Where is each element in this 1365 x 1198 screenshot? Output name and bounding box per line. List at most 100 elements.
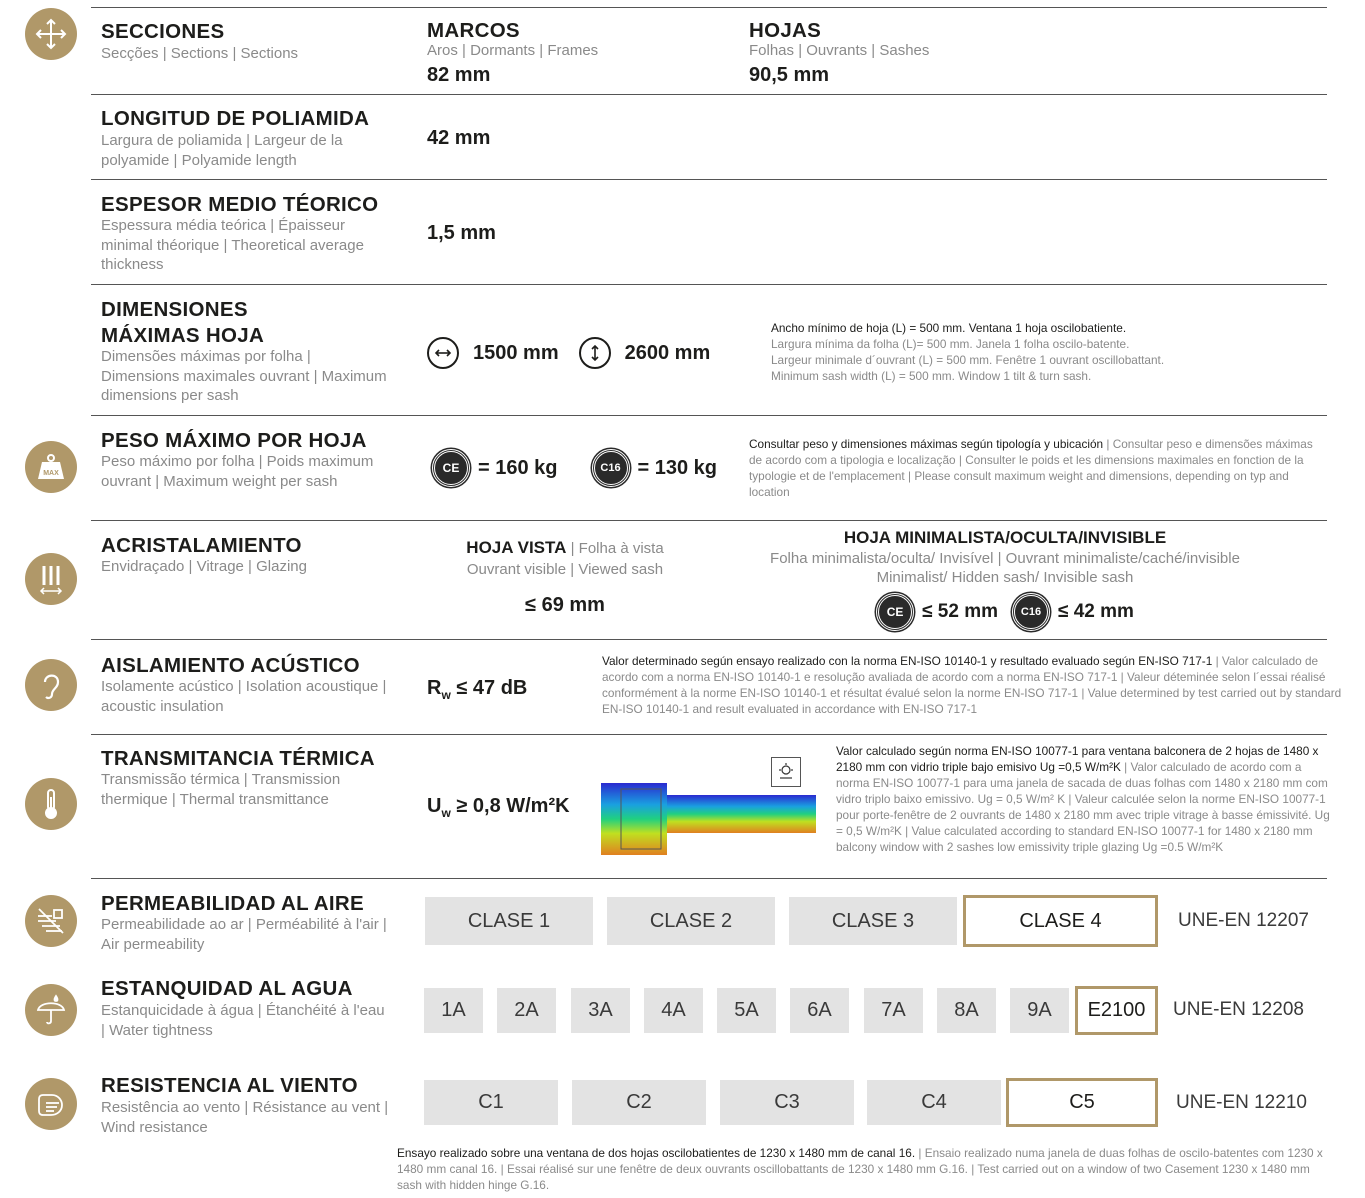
hojas-title: HOJAS xyxy=(749,19,822,42)
row-title-secciones: SECCIONES xyxy=(101,20,225,43)
dimensions-values: 1500 mm 2600 mm xyxy=(427,337,710,369)
note-pt: Largura mínima da folha (L)= 500 mm. Jan… xyxy=(771,337,1130,351)
c16-badge-icon: C16 xyxy=(591,449,630,487)
class-box-4a: 4A xyxy=(644,988,703,1033)
hoja-vista-sub: | Folha à vista xyxy=(566,540,664,557)
class-box-9a: 9A xyxy=(1010,988,1069,1033)
weight-max-icon: MAX xyxy=(25,441,77,493)
ce-badge-icon: CE xyxy=(432,449,470,487)
air-icon xyxy=(25,895,77,947)
row-title-termica: TRANSMITANCIA TÉRMICA xyxy=(101,747,375,770)
note-en: Minimum sash width (L) = 500 mm. Window … xyxy=(771,369,1092,383)
class-box-5a: 5A xyxy=(717,988,776,1033)
hoja-minimalista-block: HOJA MINIMALISTA/OCULTA/INVISIBLE Folha … xyxy=(715,527,1295,631)
note-es: Consultar peso y dimensiones máximas seg… xyxy=(749,437,1104,451)
row-subtitle-agua: Estanquicidade à água | Étanchéité à l'e… xyxy=(101,1002,385,1039)
weight-note: Consultar peso y dimensiones máximas seg… xyxy=(749,436,1329,500)
row-subtitle-viento: Resistência ao vento | Résistance au ven… xyxy=(101,1099,389,1136)
row-title-poliamida: LONGITUD DE POLIAMIDA xyxy=(101,107,370,130)
row-title-dimensiones-1: DIMENSIONES xyxy=(101,298,248,321)
weight-c16-value: = 130 kg xyxy=(637,456,718,479)
class-box-c1: C1 xyxy=(424,1080,558,1125)
hoja-minimalista-title: HOJA MINIMALISTA/OCULTA/INVISIBLE xyxy=(843,528,1167,547)
sun-cloud-icon xyxy=(771,757,801,787)
marcos-title: MARCOS xyxy=(427,19,520,42)
divider xyxy=(91,734,1327,735)
marcos-subtitle: Aros | Dormants | Frames xyxy=(427,42,599,59)
row-subtitle-aire: Permeabilidade ao ar | Perméabilité à l'… xyxy=(101,916,387,953)
marcos-value: 82 mm xyxy=(427,64,491,86)
class-box-e2100-selected: E2100 xyxy=(1075,986,1158,1035)
width-arrows-icon xyxy=(427,337,459,369)
thermal-value: Uw ≥ 0,8 W/m²K xyxy=(427,795,570,820)
class-box-clase-2: CLASE 2 xyxy=(607,897,775,945)
max-width-value: 1500 mm xyxy=(473,341,559,364)
row-subtitle-secciones: Secções | Sections | Sections xyxy=(101,45,299,62)
note-es: Ensayo realizado sobre una ventana de do… xyxy=(397,1146,916,1160)
divider xyxy=(91,520,1327,521)
wind-icon xyxy=(25,1078,77,1130)
glazing-ce-value: ≤ 52 mm xyxy=(922,601,998,622)
class-box-8a: 8A xyxy=(937,988,996,1033)
hoja-vista-sub2: Ouvrant visible | Viewed sash xyxy=(466,561,664,578)
row-subtitle-peso: Peso máximo por folha | Poids maximum ou… xyxy=(101,453,374,490)
acoustic-value: Rw ≤ 47 dB xyxy=(427,677,528,702)
divider xyxy=(91,284,1327,285)
row-subtitle-espesor: Espessura média teórica | Épaisseur mini… xyxy=(101,217,364,273)
row-title-aire: PERMEABILIDAD AL AIRE xyxy=(101,892,364,915)
ce-badge-icon: CE xyxy=(876,593,915,631)
row-subtitle-acustico: Isolamente acústico | Isolation acoustiq… xyxy=(101,678,387,715)
row-title-dimensiones-2: MÁXIMAS HOJA xyxy=(101,324,265,347)
row-subtitle-termica: Transmissão térmica | Transmission therm… xyxy=(101,771,341,808)
thermal-simulation-image xyxy=(601,783,816,855)
divider xyxy=(91,639,1327,640)
divider xyxy=(91,7,1327,8)
hoja-minimalista-sub2: Minimalist/ Hidden sash/ Invisible sash xyxy=(876,569,1134,586)
row-subtitle-dimensiones: Dimensões máximas por folha | Dimensions… xyxy=(101,348,387,404)
note-es: Valor determinado según ensayo realizado… xyxy=(602,654,1213,668)
max-height-value: 2600 mm xyxy=(624,341,711,364)
row-title-peso: PESO MÁXIMO POR HOJA xyxy=(101,429,367,452)
hoja-minimalista-sub1: Folha minimalista/oculta/ Invisível | Ou… xyxy=(770,550,1240,567)
standard-label-water: UNE-EN 12208 xyxy=(1173,999,1304,1020)
espesor-value: 1,5 mm xyxy=(427,222,496,244)
dimensions-note: Ancho mínimo de hoja (L) = 500 mm. Venta… xyxy=(771,320,1311,384)
thermal-note: Valor calculado según norma EN-ISO 10077… xyxy=(836,743,1331,855)
class-box-c4: C4 xyxy=(867,1080,1001,1125)
divider xyxy=(91,878,1327,879)
weight-values: CE = 160 kg C16 = 130 kg xyxy=(432,449,717,487)
divider xyxy=(91,94,1327,95)
divider xyxy=(91,179,1327,180)
weight-ce-value: = 160 kg xyxy=(478,456,558,479)
hojas-value: 90,5 mm xyxy=(749,64,830,86)
class-box-3a: 3A xyxy=(571,988,630,1033)
footer-note: Ensayo realizado sobre una ventana de do… xyxy=(397,1145,1327,1193)
divider xyxy=(91,415,1327,416)
class-box-clase-1: CLASE 1 xyxy=(425,897,593,945)
row-title-agua: ESTANQUIDAD AL AGUA xyxy=(101,977,353,1000)
standard-label-air: UNE-EN 12207 xyxy=(1178,910,1309,931)
class-box-c3: C3 xyxy=(720,1080,854,1125)
c16-badge-icon: C16 xyxy=(1012,593,1050,631)
row-subtitle-poliamida: Largura de poliamida | Largeur de la pol… xyxy=(101,132,343,169)
note-fr: Largeur minimale d´ouvrant (L) = 500 mm.… xyxy=(771,353,1165,367)
water-drop-icon xyxy=(25,984,77,1036)
svg-text:MAX: MAX xyxy=(43,470,59,477)
poliamida-value: 42 mm xyxy=(427,127,491,149)
class-box-2a: 2A xyxy=(497,988,556,1033)
class-box-c5-selected: C5 xyxy=(1006,1078,1158,1127)
height-arrows-icon xyxy=(578,337,611,369)
row-title-acristalamiento: ACRISTALAMIENTO xyxy=(101,534,302,557)
hoja-vista-block: HOJA VISTA | Folha à vista Ouvrant visib… xyxy=(425,537,705,617)
class-box-1a: 1A xyxy=(424,988,483,1033)
hoja-vista-title: HOJA VISTA xyxy=(466,538,567,557)
standard-label-wind: UNE-EN 12210 xyxy=(1176,1092,1307,1113)
glazing-c16-value: ≤ 42 mm xyxy=(1058,601,1134,622)
ear-icon xyxy=(25,659,77,711)
class-box-clase-4-selected: CLASE 4 xyxy=(963,895,1158,947)
class-box-c2: C2 xyxy=(572,1080,706,1125)
hoja-vista-value: ≤ 69 mm xyxy=(525,594,605,616)
row-subtitle-acristalamiento: Envidraçado | Vitrage | Glazing xyxy=(101,558,307,575)
row-title-espesor: ESPESOR MEDIO TÉORICO xyxy=(101,193,379,216)
thermometer-icon xyxy=(25,778,77,830)
